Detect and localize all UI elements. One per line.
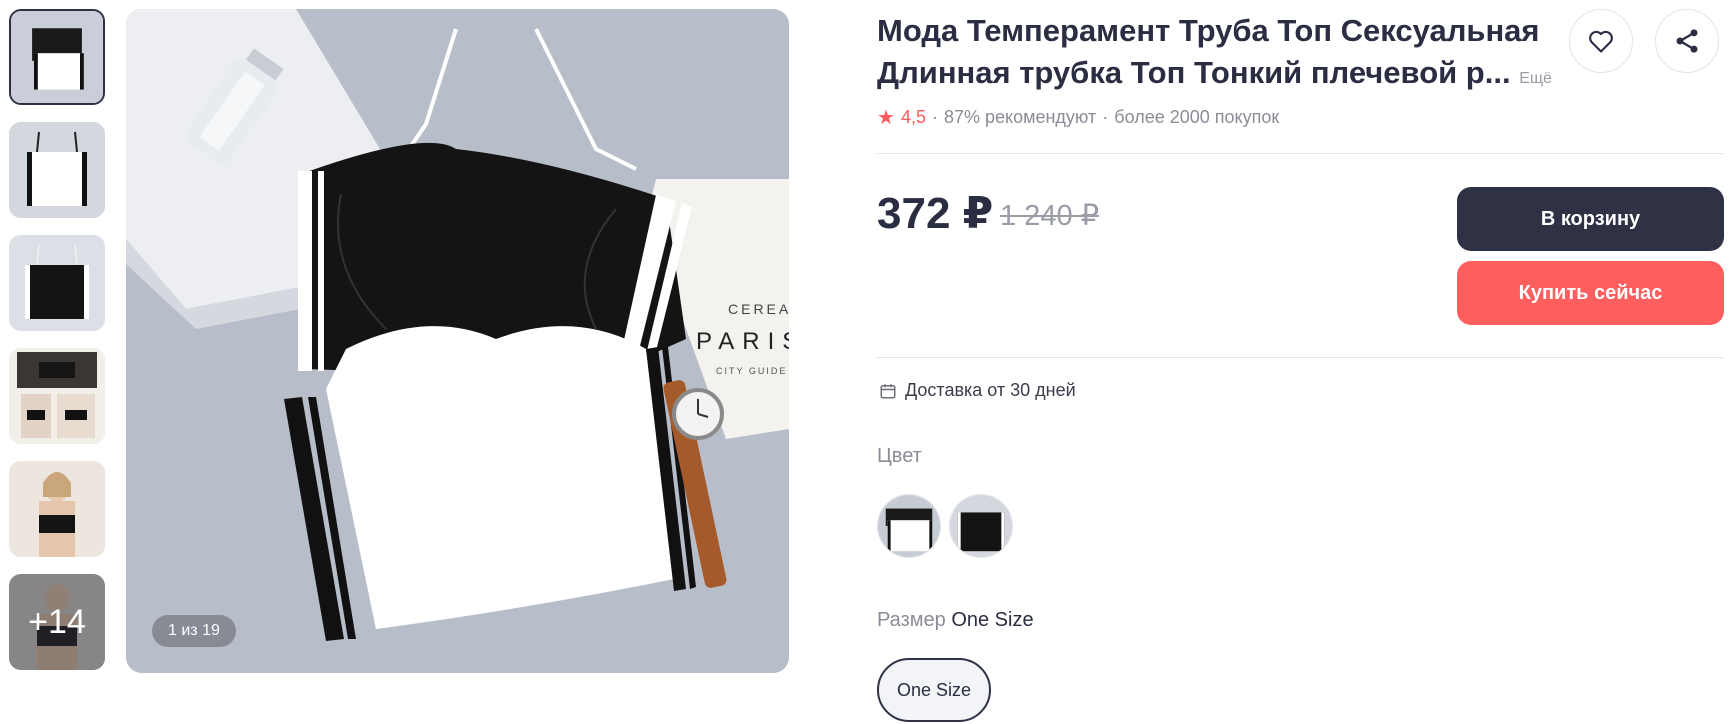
recommend-text: 87% рекомендуют bbox=[943, 107, 1097, 127]
old-price: 1 240 ₽ bbox=[1000, 200, 1100, 232]
price: 372 ₽ bbox=[877, 189, 994, 238]
thumbnail-image bbox=[9, 235, 105, 331]
rating-value[interactable]: 4,5 bbox=[901, 107, 926, 128]
share-icon bbox=[1676, 29, 1698, 53]
rating-row: ★ 4,5 · 87% рекомендуют · более 2000 пок… bbox=[877, 105, 1279, 130]
add-to-cart-button[interactable]: В корзину bbox=[1457, 187, 1724, 251]
separator-dot: · bbox=[931, 107, 938, 127]
thumbnail-2[interactable] bbox=[9, 122, 105, 218]
product-title-text: Мода Темперамент Труба Топ Сексуальная Д… bbox=[877, 13, 1540, 90]
thumbnail-more[interactable]: +14 bbox=[9, 574, 105, 670]
size-label-text: Размер bbox=[877, 609, 946, 631]
thumbnail-image bbox=[9, 461, 105, 557]
divider bbox=[877, 153, 1724, 154]
thumbnail-image bbox=[11, 11, 103, 103]
divider bbox=[877, 357, 1724, 358]
share-button[interactable] bbox=[1655, 9, 1719, 73]
size-selected-value: One Size bbox=[951, 609, 1034, 631]
color-swatch-black[interactable] bbox=[949, 494, 1013, 558]
buy-now-button[interactable]: Купить сейчас bbox=[1457, 261, 1724, 325]
product-title: Мода Темперамент Труба Топ Сексуальная Д… bbox=[877, 10, 1557, 100]
thumbnail-image bbox=[9, 122, 105, 218]
title-more-link[interactable]: Ещё bbox=[1519, 70, 1552, 87]
card-text-cereal: CEREAL bbox=[728, 301, 789, 317]
color-label: Цвет bbox=[877, 445, 922, 467]
heart-icon bbox=[1589, 30, 1613, 53]
thumbnail-image bbox=[9, 348, 105, 444]
size-option-one-size[interactable]: One Size bbox=[877, 658, 991, 722]
image-counter: 1 из 19 bbox=[152, 615, 236, 647]
separator-dot: · bbox=[1102, 107, 1109, 127]
swatch-image bbox=[950, 495, 1012, 557]
color-swatch-white[interactable] bbox=[877, 494, 941, 558]
size-label: Размер One Size bbox=[877, 609, 1034, 632]
card-text-paris: PARIS bbox=[696, 328, 789, 355]
thumbnail-5[interactable] bbox=[9, 461, 105, 557]
product-photo: CEREAL PARIS CITY GUIDE bbox=[126, 9, 789, 673]
thumbnail-4[interactable] bbox=[9, 348, 105, 444]
favorite-button[interactable] bbox=[1569, 9, 1633, 73]
star-icon: ★ bbox=[877, 107, 895, 129]
more-photos-count: +14 bbox=[9, 574, 105, 670]
purchases-text: более 2000 покупок bbox=[1114, 107, 1280, 127]
main-product-image[interactable]: CEREAL PARIS CITY GUIDE 1 из 19 bbox=[126, 9, 789, 673]
swatch-image bbox=[878, 495, 940, 557]
calendar-icon bbox=[880, 383, 896, 398]
thumbnail-1[interactable] bbox=[9, 9, 105, 105]
card-text-guide: CITY GUIDE bbox=[716, 366, 787, 376]
thumbnail-3[interactable] bbox=[9, 235, 105, 331]
delivery-info: Доставка от 30 дней bbox=[879, 380, 1076, 401]
delivery-text: Доставка от 30 дней bbox=[905, 380, 1076, 400]
